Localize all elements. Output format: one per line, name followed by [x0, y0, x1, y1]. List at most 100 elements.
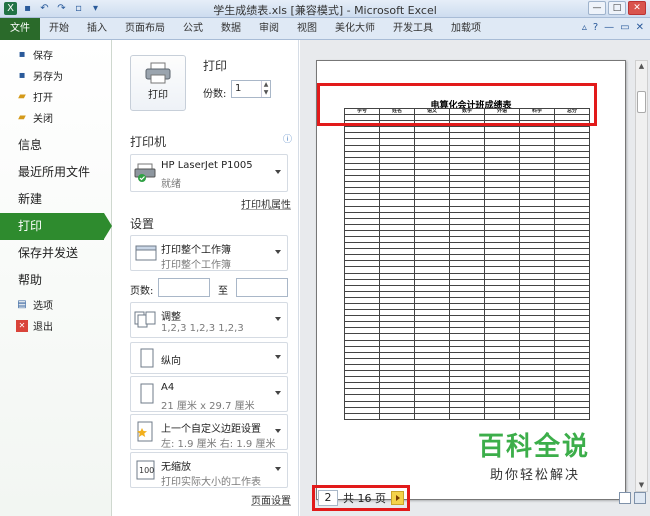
close-button[interactable]: ✕: [628, 1, 646, 15]
preview-cell: [484, 412, 520, 420]
nav-exit[interactable]: ✕ 退出: [0, 315, 111, 336]
portrait-icon: [134, 347, 158, 369]
chevron-down-icon: [275, 391, 281, 395]
save-icon: ▪: [18, 48, 26, 60]
margins-star-icon: [134, 421, 158, 443]
maximize-button[interactable]: □: [608, 1, 626, 15]
nav-save-send[interactable]: 保存并发送: [0, 240, 111, 267]
print-scope-dropdown[interactable]: 打印整个工作簿 打印整个工作簿: [130, 235, 288, 271]
help-icon[interactable]: ?: [593, 22, 598, 33]
minimize-button[interactable]: —: [588, 1, 606, 15]
pages-range: 页数: 至: [130, 278, 290, 298]
orientation-dropdown[interactable]: 纵向: [130, 342, 288, 374]
paper-size-sub: 21 厘米 x 29.7 厘米: [161, 401, 255, 412]
margins-sub: 左: 1.9 厘米 右: 1.9 厘米: [161, 439, 276, 450]
ribbon-collapse-icon[interactable]: ▵: [582, 22, 587, 33]
printer-properties-link[interactable]: 打印机属性: [241, 196, 291, 211]
tab-page-layout[interactable]: 页面布局: [116, 18, 174, 40]
printer-name: HP LaserJet P1005: [161, 160, 253, 171]
tab-insert[interactable]: 插入: [78, 18, 116, 40]
chevron-down-icon: [275, 429, 281, 433]
printer-dropdown[interactable]: HP LaserJet P1005 就绪: [130, 154, 288, 192]
backstage-nav: ▪ 保存 ▪ 另存为 ▰ 打开 ▰ 关闭 信息 最近所用文件 新建 打印 保存并…: [0, 40, 112, 516]
tab-beautify[interactable]: 美化大师: [326, 18, 384, 40]
tab-file[interactable]: 文件: [0, 17, 40, 40]
collate-title: 调整: [161, 312, 181, 323]
watermark-slogan: 助你轻松解决: [490, 468, 581, 483]
nav-print[interactable]: 打印: [0, 213, 112, 240]
paper-size-title: A4: [161, 382, 175, 393]
scaling-icon: 100: [134, 459, 158, 481]
nav-save-label: 保存: [33, 51, 53, 62]
nav-save[interactable]: ▪ 保存: [0, 44, 111, 65]
pages-label: 页数:: [130, 286, 154, 297]
nav-open-label: 打开: [33, 93, 53, 104]
highlight-title-box: [317, 83, 597, 126]
scaling-dropdown[interactable]: 100 无缩放 打印实际大小的工作表: [130, 452, 288, 488]
nav-options-label: 选项: [33, 301, 53, 312]
pages-from-input[interactable]: [158, 278, 210, 297]
exit-icon: ✕: [16, 319, 28, 332]
nav-save-as[interactable]: ▪ 另存为: [0, 65, 111, 86]
preview-cell: [554, 412, 590, 420]
folder-open-icon: ▰: [18, 90, 26, 102]
chevron-down-icon: [275, 250, 281, 254]
preview-cell: [519, 412, 555, 420]
options-icon: ▤: [17, 298, 27, 310]
printer-heading: 打印机: [130, 135, 167, 149]
watermark-brand: 百科全说: [478, 432, 591, 462]
print-button[interactable]: 打印: [130, 55, 186, 111]
pages-to-input[interactable]: [236, 278, 288, 297]
nav-recent[interactable]: 最近所用文件: [0, 159, 111, 186]
collate-dropdown[interactable]: 调整 1,2,3 1,2,3 1,2,3: [130, 302, 288, 338]
copies-spin-buttons[interactable]: ▲ ▼: [261, 81, 270, 97]
save-as-icon: ▪: [18, 69, 26, 81]
paper-size-dropdown[interactable]: A4 21 厘米 x 29.7 厘米: [130, 376, 288, 412]
workbook-restore-icon[interactable]: ▭: [620, 22, 629, 33]
tab-data[interactable]: 数据: [212, 18, 250, 40]
nav-close-label: 关闭: [33, 114, 53, 125]
paper-icon: [134, 383, 158, 405]
tab-addins[interactable]: 加载项: [442, 18, 490, 40]
print-button-label: 打印: [148, 90, 168, 101]
print-settings-pane: 打印 打印 份数: 1 ▲ ▼ 打印机 ⓘ HP LaserJet P1005 就…: [113, 40, 299, 516]
nav-save-as-label: 另存为: [33, 72, 63, 83]
nav-open[interactable]: ▰ 打开: [0, 86, 111, 107]
print-heading: 打印: [203, 59, 228, 73]
chevron-down-icon: [275, 355, 281, 359]
pages-to-label: 至: [218, 286, 228, 297]
printer-icon: [144, 62, 172, 84]
workbook-close-icon[interactable]: ✕: [636, 22, 644, 33]
print-scope-title: 打印整个工作簿: [161, 245, 231, 256]
tab-developer[interactable]: 开发工具: [384, 18, 442, 40]
settings-heading: 设置: [130, 217, 155, 231]
copies-stepper[interactable]: 1 ▲ ▼: [231, 80, 271, 98]
scroll-thumb[interactable]: [637, 91, 646, 113]
tab-formulas[interactable]: 公式: [174, 18, 212, 40]
tab-review[interactable]: 审阅: [250, 18, 288, 40]
nav-info[interactable]: 信息: [0, 132, 111, 159]
nav-exit-label: 退出: [33, 322, 53, 333]
printer-status: 就绪: [161, 179, 181, 190]
tab-view[interactable]: 视图: [288, 18, 326, 40]
scroll-up-icon[interactable]: ▲: [636, 61, 647, 72]
tab-home[interactable]: 开始: [40, 18, 78, 40]
info-icon[interactable]: ⓘ: [283, 132, 292, 145]
folder-close-icon: ▰: [18, 111, 26, 123]
nav-new[interactable]: 新建: [0, 186, 111, 213]
collate-sub: 1,2,3 1,2,3 1,2,3: [161, 323, 244, 334]
print-scope-sub: 打印整个工作簿: [161, 260, 231, 271]
nav-options[interactable]: ▤ 选项: [0, 294, 111, 315]
window-title: 学生成绩表.xls [兼容模式] - Microsoft Excel: [213, 4, 437, 17]
margins-dropdown[interactable]: 上一个自定义边距设置 左: 1.9 厘米 右: 1.9 厘米: [130, 414, 288, 450]
nav-help[interactable]: 帮助: [0, 267, 111, 294]
workbook-minimize-icon[interactable]: —: [604, 22, 614, 33]
chevron-down-icon: [275, 467, 281, 471]
collate-icon: [134, 309, 158, 331]
page-setup-link[interactable]: 页面设置: [251, 492, 291, 507]
nav-close[interactable]: ▰ 关闭: [0, 107, 111, 128]
workbook-icon: [134, 242, 158, 264]
highlight-pager-box: [312, 485, 410, 511]
preview-cell: [344, 412, 380, 420]
preview-table: 学号 姓名 语文 数学 外语 科学 总分: [344, 107, 590, 420]
